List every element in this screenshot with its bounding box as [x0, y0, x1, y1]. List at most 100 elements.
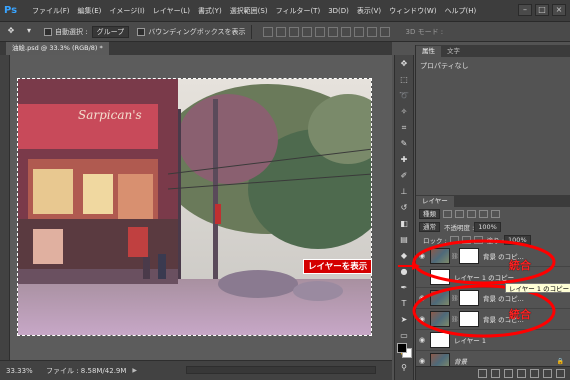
oil-painting-image[interactable]: Sarpican's [17, 78, 372, 336]
svg-text:Sarpican's: Sarpican's [78, 108, 142, 122]
menu-help[interactable]: ヘルプ(H) [441, 6, 481, 16]
layer-style-icon[interactable] [491, 369, 500, 378]
menu-type[interactable]: 書式(Y) [194, 6, 226, 16]
lock-position-icon[interactable] [461, 235, 471, 244]
chain-icon[interactable]: ⛓ [451, 316, 459, 323]
chain-icon[interactable]: ⛓ [451, 253, 459, 260]
layer-thumbnail [430, 290, 450, 306]
triangle-right-icon[interactable]: ▶ [132, 367, 137, 374]
bbox-checkbox[interactable] [137, 27, 146, 36]
path-select-icon[interactable]: ➤ [397, 313, 411, 327]
align-middle-icon[interactable] [275, 26, 286, 37]
add-mask-icon[interactable] [504, 369, 513, 378]
chain-icon[interactable]: ⛓ [451, 295, 459, 302]
menu-bar: Ps ファイル(F) 編集(E) イメージ(I) レイヤー(L) 書式(Y) 選… [0, 0, 570, 22]
minimize-button[interactable]: – [518, 4, 532, 16]
new-layer-icon[interactable] [543, 369, 552, 378]
close-button[interactable]: × [552, 4, 566, 16]
distribute-icon[interactable] [379, 26, 390, 37]
horizontal-scrollbar[interactable] [186, 366, 376, 374]
layer-mask-thumbnail[interactable] [459, 248, 479, 264]
layer-name[interactable]: レイヤー 1 [454, 335, 486, 345]
align-left-icon[interactable] [301, 26, 312, 37]
type-filter-icon[interactable] [467, 209, 476, 218]
eye-icon[interactable]: ◉ [416, 252, 428, 260]
shape-tool-icon[interactable]: ▭ [397, 329, 411, 343]
distribute-icon[interactable] [366, 26, 377, 37]
lock-all-icon[interactable] [473, 235, 483, 244]
smart-object-filter-icon[interactable] [491, 209, 500, 218]
blend-mode-select[interactable]: 通常 [419, 221, 440, 232]
move-tool-icon[interactable]: ✥ [4, 26, 18, 38]
adjustment-filter-icon[interactable] [455, 209, 464, 218]
lasso-tool-icon[interactable]: ➰ [397, 89, 411, 103]
layer-row[interactable]: ◉ ⛓ 背景 のコピ... [416, 309, 570, 330]
healing-brush-icon[interactable]: ✚ [397, 153, 411, 167]
menu-view[interactable]: 表示(V) [353, 6, 385, 16]
maximize-button[interactable]: □ [535, 4, 549, 16]
pixel-filter-icon[interactable] [443, 209, 452, 218]
layer-mask-thumbnail[interactable] [459, 290, 479, 306]
adjustment-layer-icon[interactable] [517, 369, 526, 378]
eye-icon[interactable]: ◉ [416, 336, 428, 344]
eye-icon[interactable]: ◉ [416, 357, 428, 365]
chevron-down-icon[interactable]: ▾ [22, 26, 36, 38]
menu-edit[interactable]: 編集(E) [74, 6, 106, 16]
fill-input[interactable]: 100% [504, 234, 531, 245]
eye-icon[interactable]: ◉ [416, 294, 428, 302]
trash-icon[interactable] [556, 369, 565, 378]
link-layers-icon[interactable] [478, 369, 487, 378]
foreground-color-swatch[interactable] [397, 343, 407, 353]
tab-layers[interactable]: レイヤー [416, 196, 454, 207]
lock-pixels-icon[interactable] [449, 235, 459, 244]
layer-mask-thumbnail[interactable] [459, 311, 479, 327]
blur-tool-icon[interactable]: ◆ [397, 249, 411, 263]
layer-row[interactable]: ◉ ⛓ 背景 のコピ... [416, 246, 570, 267]
gradient-tool-icon[interactable]: ▤ [397, 233, 411, 247]
menu-image[interactable]: イメージ(I) [105, 6, 148, 16]
document-tab[interactable]: 油絵.psd @ 33.3% (RGB/8) * [6, 42, 109, 55]
dodge-tool-icon[interactable]: ● [397, 265, 411, 279]
brush-tool-icon[interactable]: ✐ [397, 169, 411, 183]
eyedropper-icon[interactable]: ✎ [397, 137, 411, 151]
auto-select-dropdown[interactable]: グループ [91, 25, 130, 38]
align-top-icon[interactable] [262, 26, 273, 37]
canvas-area[interactable]: Sarpican's [10, 55, 392, 360]
tab-properties[interactable]: 属性 [416, 46, 441, 57]
auto-select-checkbox[interactable] [44, 27, 52, 36]
menu-3d[interactable]: 3D(D) [324, 7, 353, 15]
menu-select[interactable]: 選択範囲(S) [226, 6, 272, 16]
zoom-level[interactable]: 33.33% [6, 367, 36, 375]
align-right-icon[interactable] [327, 26, 338, 37]
align-center-icon[interactable] [314, 26, 325, 37]
menu-file[interactable]: ファイル(F) [28, 6, 74, 16]
type-tool-icon[interactable]: T [397, 297, 411, 311]
magic-wand-icon[interactable]: ✧ [397, 105, 411, 119]
tab-character[interactable]: 文字 [441, 46, 466, 57]
eye-icon[interactable]: ◉ [416, 315, 428, 323]
history-brush-icon[interactable]: ↺ [397, 201, 411, 215]
distribute-icon[interactable] [340, 26, 351, 37]
marquee-tool-icon[interactable]: ⬚ [397, 73, 411, 87]
crop-tool-icon[interactable]: ⌗ [397, 121, 411, 135]
menu-layer[interactable]: レイヤー(L) [149, 6, 194, 16]
distribute-icon[interactable] [353, 26, 364, 37]
layer-name[interactable]: 背景 のコピ... [483, 293, 524, 303]
menu-window[interactable]: ウィンドウ(W) [385, 6, 440, 16]
new-group-icon[interactable] [530, 369, 539, 378]
stamp-tool-icon[interactable]: ⊥ [397, 185, 411, 199]
pen-tool-icon[interactable]: ✒ [397, 281, 411, 295]
opacity-input[interactable]: 100% [474, 221, 501, 232]
shape-filter-icon[interactable] [479, 209, 488, 218]
eraser-tool-icon[interactable]: ◧ [397, 217, 411, 231]
document-tab-bar: 油絵.psd @ 33.3% (RGB/8) * [0, 42, 392, 55]
align-bottom-icon[interactable] [288, 26, 299, 37]
menu-filter[interactable]: フィルター(T) [272, 6, 325, 16]
layer-name[interactable]: 背景 [454, 356, 467, 366]
filter-kind-select[interactable]: 種類 [419, 208, 440, 219]
zoom-tool-icon[interactable]: ⚲ [397, 361, 411, 375]
layer-row[interactable]: ◉ レイヤー 1 [416, 330, 570, 351]
move-tool-icon[interactable]: ✥ [397, 57, 411, 71]
layer-name[interactable]: レイヤー 1 のコピー [454, 272, 514, 282]
align-buttons [262, 26, 390, 37]
